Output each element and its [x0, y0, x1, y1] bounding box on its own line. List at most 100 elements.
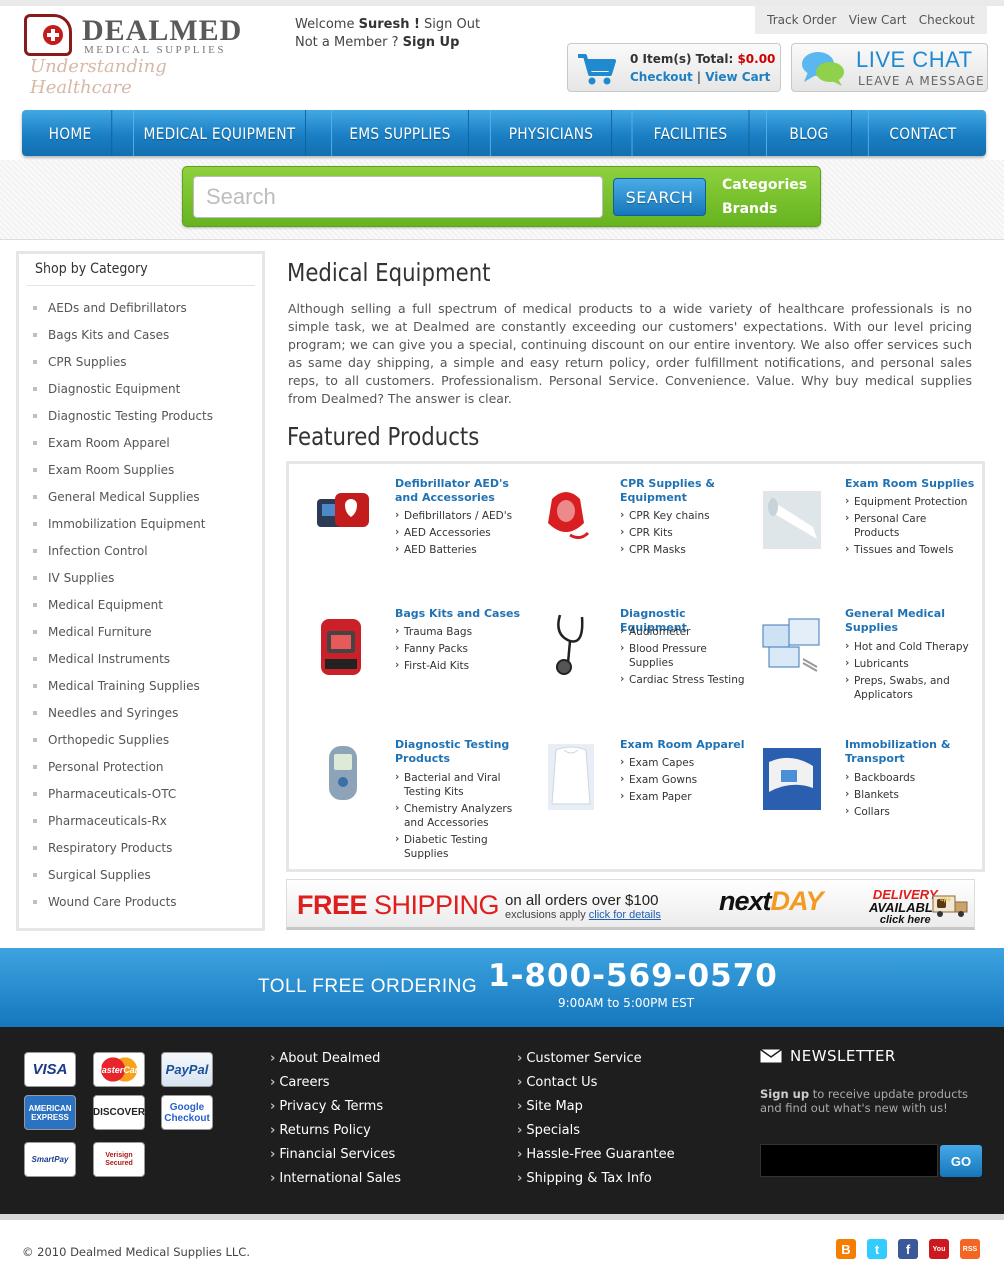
exam-paper-roll-image[interactable]: [759, 479, 823, 549]
sidebar-item[interactable]: Surgical Supplies: [33, 861, 213, 888]
sidebar-item-label[interactable]: Pharmaceuticals-Rx: [48, 814, 167, 828]
sidebar-item-label[interactable]: Needles and Syringes: [48, 706, 178, 720]
product-link[interactable]: Bacterial and Viral Testing Kits: [395, 770, 523, 799]
product-link[interactable]: CPR Key chains: [620, 508, 748, 523]
view-cart-link[interactable]: View Cart: [849, 13, 907, 27]
sidebar-item[interactable]: Bags Kits and Cases: [33, 321, 213, 348]
product-link[interactable]: Audiometer: [620, 624, 748, 639]
search-input[interactable]: [193, 176, 603, 218]
cpr-mask-image[interactable]: [534, 479, 598, 549]
sidebar-item-label[interactable]: Pharmaceuticals-OTC: [48, 787, 176, 801]
sidebar-item-label[interactable]: General Medical Supplies: [48, 490, 200, 504]
cart-widget[interactable]: 0 Item(s) Total: $0.00 Checkout | View Car…: [567, 43, 781, 92]
product-title[interactable]: General Medical Supplies: [845, 607, 975, 635]
twitter-icon[interactable]: t: [867, 1239, 887, 1259]
sidebar-item[interactable]: Medical Instruments: [33, 645, 213, 672]
product-link[interactable]: Preps, Swabs, and Applicators: [845, 673, 973, 702]
newsletter-email-input[interactable]: [760, 1144, 938, 1177]
footer-link[interactable]: Customer Service: [517, 1046, 675, 1070]
product-link[interactable]: Collars: [845, 804, 973, 819]
cervical-collar-image[interactable]: [759, 740, 823, 810]
sidebar-item[interactable]: Medical Training Supplies: [33, 672, 213, 699]
sidebar-item[interactable]: Infection Control: [33, 537, 213, 564]
sidebar-item[interactable]: Orthopedic Supplies: [33, 726, 213, 753]
sidebar-item-label[interactable]: Medical Training Supplies: [48, 679, 200, 693]
sidebar-item-label[interactable]: Wound Care Products: [48, 895, 177, 909]
sidebar-item[interactable]: Medical Equipment: [33, 591, 213, 618]
footer-link[interactable]: International Sales: [270, 1166, 401, 1190]
search-categories-link[interactable]: Categories: [722, 177, 807, 193]
aed-device-image[interactable]: [309, 479, 373, 549]
medical-supplies-boxes-image[interactable]: [759, 609, 823, 679]
sidebar-item-label[interactable]: Personal Protection: [48, 760, 164, 774]
product-link[interactable]: CPR Masks: [620, 542, 748, 557]
cart-view-link[interactable]: View Cart: [705, 70, 770, 84]
sidebar-item[interactable]: CPR Supplies: [33, 348, 213, 375]
nav-home[interactable]: HOME: [29, 110, 113, 156]
sign-up-link[interactable]: Sign Up: [403, 35, 460, 50]
sidebar-item[interactable]: Personal Protection: [33, 753, 213, 780]
sidebar-item-label[interactable]: Exam Room Supplies: [48, 463, 174, 477]
product-title[interactable]: Immobilization & Transport: [845, 738, 975, 766]
sidebar-item[interactable]: Exam Room Apparel: [33, 429, 213, 456]
footer-link[interactable]: Shipping & Tax Info: [517, 1166, 675, 1190]
sidebar-item-label[interactable]: Bags Kits and Cases: [48, 328, 169, 342]
product-title[interactable]: CPR Supplies & Equipment: [620, 477, 750, 505]
sidebar-item[interactable]: Pharmaceuticals-OTC: [33, 780, 213, 807]
trauma-bag-image[interactable]: [309, 609, 373, 679]
sidebar-item-label[interactable]: Diagnostic Testing Products: [48, 409, 213, 423]
shipping-banner[interactable]: FREE SHIPPING on all orders over $100 ex…: [286, 879, 975, 930]
sidebar-item[interactable]: General Medical Supplies: [33, 483, 213, 510]
product-title[interactable]: Exam Room Supplies: [845, 477, 975, 491]
footer-link[interactable]: Specials: [517, 1118, 675, 1142]
footer-link[interactable]: About Dealmed: [270, 1046, 401, 1070]
sidebar-item-label[interactable]: Orthopedic Supplies: [48, 733, 169, 747]
product-link[interactable]: Chemistry Analyzers and Accessories: [395, 801, 523, 830]
footer-link[interactable]: Financial Services: [270, 1142, 401, 1166]
sidebar-item[interactable]: AEDs and Defibrillators: [33, 294, 213, 321]
product-link[interactable]: Fanny Packs: [395, 641, 523, 656]
dealmed-logo[interactable]: DEALMED MEDICAL SUPPLIES Understanding H…: [24, 12, 241, 98]
sidebar-item[interactable]: Immobilization Equipment: [33, 510, 213, 537]
banner-details-link[interactable]: click for details: [589, 909, 661, 921]
nav-facilities[interactable]: FACILITIES: [631, 110, 750, 156]
product-link[interactable]: Hot and Cold Therapy: [845, 639, 973, 654]
track-order-link[interactable]: Track Order: [767, 13, 836, 27]
nav-contact[interactable]: CONTACT: [867, 110, 977, 156]
product-title[interactable]: Defibrillator AED's and Accessories: [395, 477, 525, 505]
facebook-icon[interactable]: f: [898, 1239, 918, 1259]
stethoscope-image[interactable]: [534, 609, 598, 679]
sidebar-item[interactable]: IV Supplies: [33, 564, 213, 591]
sidebar-item-label[interactable]: AEDs and Defibrillators: [48, 301, 187, 315]
sign-out-link[interactable]: Sign Out: [424, 17, 480, 32]
sidebar-item[interactable]: Diagnostic Equipment: [33, 375, 213, 402]
sidebar-item[interactable]: Pharmaceuticals-Rx: [33, 807, 213, 834]
live-chat-button[interactable]: LIVE CHAT LEAVE A MESSAGE: [791, 43, 988, 92]
product-link[interactable]: Exam Paper: [620, 789, 748, 804]
product-link[interactable]: Diabetic Testing Supplies: [395, 832, 523, 861]
search-button[interactable]: SEARCH: [613, 178, 706, 216]
checkout-link[interactable]: Checkout: [919, 13, 975, 27]
sidebar-item-label[interactable]: Infection Control: [48, 544, 148, 558]
product-link[interactable]: Backboards: [845, 770, 973, 785]
toll-number[interactable]: 1-800-569-0570: [488, 958, 778, 994]
sidebar-item[interactable]: Exam Room Supplies: [33, 456, 213, 483]
blogger-icon[interactable]: B: [836, 1239, 856, 1259]
footer-link[interactable]: Site Map: [517, 1094, 675, 1118]
sidebar-item[interactable]: Respiratory Products: [33, 834, 213, 861]
footer-link[interactable]: Privacy & Terms: [270, 1094, 401, 1118]
product-link[interactable]: Lubricants: [845, 656, 973, 671]
product-link[interactable]: Equipment Protection: [845, 494, 973, 509]
sidebar-item-label[interactable]: Respiratory Products: [48, 841, 172, 855]
sidebar-item-label[interactable]: CPR Supplies: [48, 355, 127, 369]
rss-icon[interactable]: RSS: [960, 1239, 980, 1259]
youtube-icon[interactable]: You: [929, 1239, 949, 1259]
newsletter-go-button[interactable]: GO: [940, 1145, 982, 1177]
product-title[interactable]: Diagnostic Testing Products: [395, 738, 525, 766]
product-link[interactable]: Personal Care Products: [845, 511, 973, 540]
product-link[interactable]: Exam Capes: [620, 755, 748, 770]
sidebar-item-label[interactable]: Medical Equipment: [48, 598, 163, 612]
glucose-meter-image[interactable]: [309, 740, 373, 810]
sidebar-item-label[interactable]: Immobilization Equipment: [48, 517, 205, 531]
product-link[interactable]: AED Batteries: [395, 542, 523, 557]
